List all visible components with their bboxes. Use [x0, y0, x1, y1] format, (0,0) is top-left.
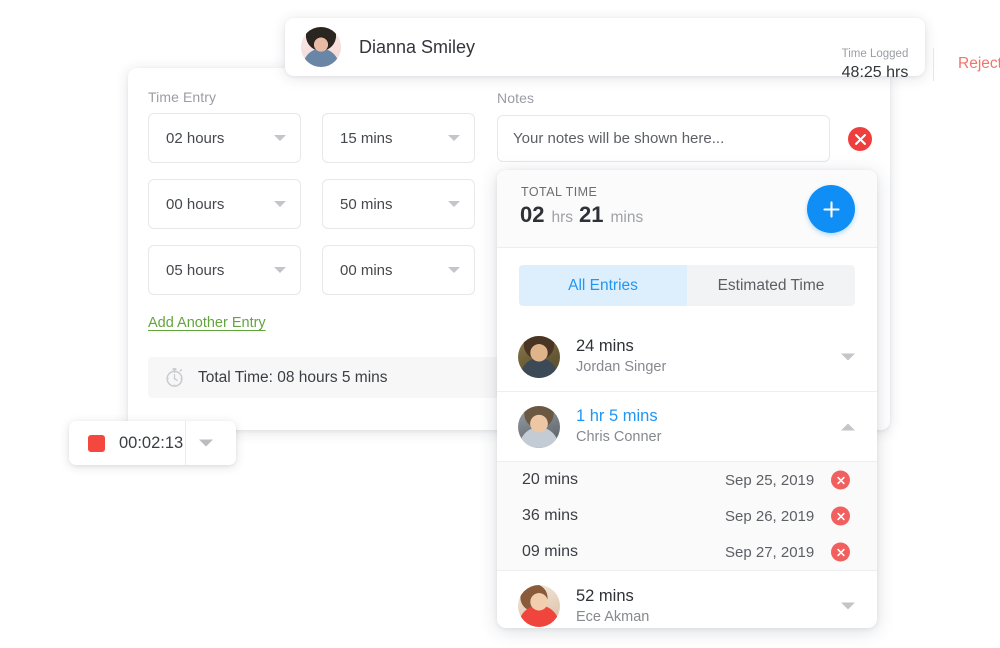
- tab-all-entries[interactable]: All Entries: [519, 265, 687, 306]
- total-hours-unit: hrs: [551, 209, 573, 226]
- chevron-down-icon[interactable]: [841, 353, 855, 360]
- total-time-text: Total Time: 08 hours 5 mins: [198, 369, 388, 387]
- timer-elapsed-value: 00:02:13: [119, 434, 183, 453]
- divider: [933, 48, 934, 81]
- select-value: 05 hours: [166, 262, 224, 279]
- time-logged-block: Time Logged 48:25 hrs: [830, 47, 920, 83]
- select-value: 00 hours: [166, 196, 224, 213]
- total-hours: 02: [520, 202, 544, 227]
- sub-entry-duration: 36 mins: [522, 507, 642, 525]
- sub-entry-duration: 09 mins: [522, 543, 642, 561]
- sub-entry-date: Sep 27, 2019: [725, 544, 814, 561]
- chevron-down-icon: [448, 135, 460, 141]
- plus-icon: [822, 200, 841, 219]
- time-entry-hours-select-1[interactable]: 02 hours: [148, 113, 301, 163]
- tab-estimated-time[interactable]: Estimated Time: [687, 265, 855, 306]
- select-value: 15 mins: [340, 130, 393, 147]
- close-icon: [837, 548, 845, 556]
- select-value: 02 hours: [166, 130, 224, 147]
- running-timer-widget[interactable]: 00:02:13: [69, 421, 236, 465]
- time-entry-hours-select-2[interactable]: 00 hours: [148, 179, 301, 229]
- select-value: 00 mins: [340, 262, 393, 279]
- approval-header-card: Dianna Smiley Time Logged 48:25 hrs Reje…: [285, 18, 925, 76]
- entry-person: Chris Conner: [576, 427, 661, 447]
- time-entry-mins-select-2[interactable]: 50 mins: [322, 179, 475, 229]
- entry-person: Jordan Singer: [576, 357, 666, 377]
- delete-sub-entry-button[interactable]: [831, 507, 850, 526]
- user-name: Dianna Smiley: [359, 37, 475, 58]
- entry-duration: 24 mins: [576, 336, 666, 357]
- divider: [185, 421, 186, 465]
- reject-button[interactable]: Reject: [958, 55, 1000, 73]
- dianna-avatar: [301, 27, 341, 67]
- chevron-up-icon[interactable]: [841, 423, 855, 430]
- time-entry-hours-select-3[interactable]: 05 hours: [148, 245, 301, 295]
- total-time-summary: Total Time: 08 hours 5 mins: [148, 357, 501, 398]
- stopwatch-icon: [164, 367, 185, 388]
- chevron-down-icon: [274, 201, 286, 207]
- entry-meta: 24 mins Jordan Singer: [576, 336, 666, 377]
- chris-avatar: [518, 406, 560, 448]
- entries-tabs: All Entries Estimated Time: [519, 265, 855, 306]
- select-value: 50 mins: [340, 196, 393, 213]
- time-logged-label: Time Logged: [830, 47, 920, 61]
- total-time-value: 02 hrs 21 mins: [520, 202, 643, 228]
- ece-avatar: [518, 585, 560, 627]
- time-logged-value: 48:25 hrs: [830, 63, 920, 83]
- screen: Time Entry 02 hours 15 mins 00 hours 50 …: [0, 0, 1000, 648]
- close-icon: [837, 476, 845, 484]
- delete-notes-button[interactable]: [848, 127, 872, 151]
- total-mins: 21: [579, 202, 603, 227]
- add-another-entry-link[interactable]: Add Another Entry: [148, 315, 266, 331]
- chevron-down-icon: [448, 201, 460, 207]
- entry-meta: 1 hr 5 mins Chris Conner: [576, 406, 661, 447]
- entry-row-jordan-singer[interactable]: 24 mins Jordan Singer: [497, 322, 877, 392]
- close-icon: [837, 512, 845, 520]
- entry-row-ece-akman[interactable]: 52 mins Ece Akman: [497, 571, 877, 628]
- stop-timer-button[interactable]: [88, 435, 105, 452]
- sub-entry-duration: 20 mins: [522, 471, 642, 489]
- entry-duration: 52 mins: [576, 586, 649, 607]
- sub-entry-row: 36 mins Sep 26, 2019: [497, 498, 877, 534]
- notes-label: Notes: [497, 90, 534, 106]
- delete-sub-entry-button[interactable]: [831, 471, 850, 490]
- chevron-down-icon: [448, 267, 460, 273]
- sub-entry-row: 09 mins Sep 27, 2019: [497, 534, 877, 570]
- total-mins-unit: mins: [611, 209, 644, 226]
- delete-sub-entry-button[interactable]: [831, 543, 850, 562]
- entry-row-chris-conner[interactable]: 1 hr 5 mins Chris Conner: [497, 392, 877, 462]
- time-entry-label: Time Entry: [148, 89, 216, 105]
- sub-entry-date: Sep 26, 2019: [725, 508, 814, 525]
- entries-dropdown-panel: TOTAL TIME 02 hrs 21 mins All Entries Estim…: [497, 170, 877, 628]
- total-time-caption: TOTAL TIME: [521, 185, 597, 199]
- notes-input[interactable]: [497, 115, 830, 162]
- sub-entry-date: Sep 25, 2019: [725, 472, 814, 489]
- entry-duration: 1 hr 5 mins: [576, 406, 661, 427]
- time-entry-mins-select-1[interactable]: 15 mins: [322, 113, 475, 163]
- panel-total-time: TOTAL TIME 02 hrs 21 mins: [497, 170, 877, 248]
- chevron-down-icon: [274, 135, 286, 141]
- chevron-down-icon[interactable]: [841, 603, 855, 610]
- sub-entry-row: 20 mins Sep 25, 2019: [497, 462, 877, 498]
- sub-entries-list: 20 mins Sep 25, 2019 36 mins Sep 26, 201…: [497, 462, 877, 571]
- entry-person: Ece Akman: [576, 607, 649, 627]
- timer-dropdown-toggle[interactable]: [199, 440, 213, 447]
- close-icon: [855, 134, 866, 145]
- add-entry-button[interactable]: [807, 185, 855, 233]
- time-entry-mins-select-3[interactable]: 00 mins: [322, 245, 475, 295]
- chevron-down-icon: [274, 267, 286, 273]
- jordan-avatar: [518, 336, 560, 378]
- entry-meta: 52 mins Ece Akman: [576, 586, 649, 627]
- entries-list: 24 mins Jordan Singer 1 hr 5 mins Chris …: [497, 322, 877, 628]
